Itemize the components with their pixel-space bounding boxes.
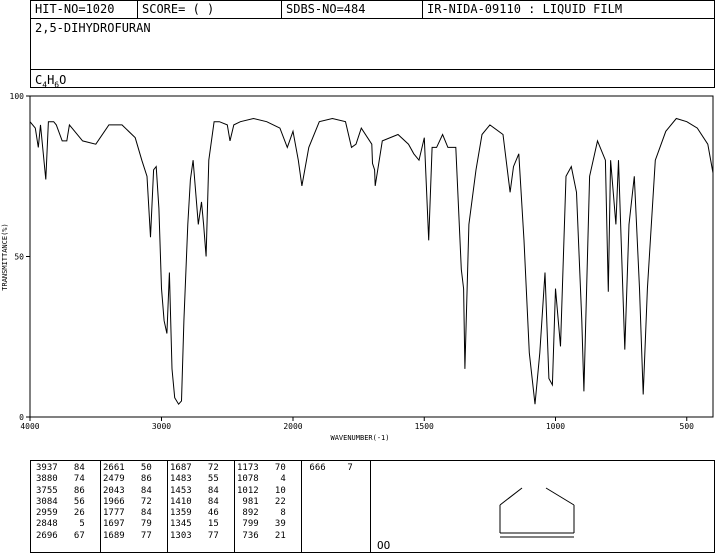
peak-row: 2848 5 bbox=[36, 519, 85, 530]
peak-column: 666 7 bbox=[304, 463, 353, 474]
peak-row: 3084 56 bbox=[36, 496, 85, 507]
y-tick-label: 50 bbox=[14, 253, 24, 262]
y-tick-label: 100 bbox=[10, 92, 25, 101]
peak-column-separator bbox=[301, 460, 302, 553]
ring-markers: OO bbox=[377, 539, 391, 552]
ir-spectrum-chart: 4000 3000 2000 1500 1000 500 0 50 100 WAVENUMBER… bbox=[1, 92, 714, 442]
peak-column-separator bbox=[167, 460, 168, 553]
peak-row: 2696 67 bbox=[36, 530, 85, 541]
peak-column: 3937 84 3880 74 3755 86 3084 56 2959 26 2848 … bbox=[36, 463, 85, 542]
peak-row: 666 7 bbox=[304, 463, 353, 473]
peak-row: 1012 10 bbox=[237, 485, 286, 496]
peak-column: 2661 50 2479 86 2043 84 1966 72 1777 84 1697 … bbox=[103, 463, 152, 542]
peak-row: 1966 72 bbox=[103, 496, 152, 507]
peak-row: 892 8 bbox=[237, 508, 286, 519]
peak-row: 1410 84 bbox=[170, 496, 219, 507]
peak-row: 1483 55 bbox=[170, 474, 219, 485]
x-axis-label: WAVENUMBER(-1) bbox=[330, 434, 389, 442]
peak-column: 1173 70 1078 4 1012 10 981 22 892 8 799 39… bbox=[237, 463, 286, 542]
peak-row: 736 21 bbox=[237, 530, 286, 541]
y-axis-label: TRANSMITTANCE(%) bbox=[1, 223, 9, 290]
x-tick-label: 4000 bbox=[20, 422, 39, 431]
peak-column-separator bbox=[100, 460, 101, 553]
peak-row: 799 39 bbox=[237, 519, 286, 530]
peak-row: 1689 77 bbox=[103, 530, 152, 541]
peak-row: 2479 86 bbox=[103, 474, 152, 485]
peak-row: 2043 84 bbox=[103, 485, 152, 496]
peak-row: 1359 46 bbox=[170, 508, 219, 519]
peak-row: 1078 4 bbox=[237, 474, 286, 485]
x-tick-label: 1500 bbox=[415, 422, 434, 431]
peak-column-separator bbox=[234, 460, 235, 553]
structure-drawing bbox=[499, 487, 575, 538]
peak-row: 3937 84 bbox=[36, 463, 85, 473]
peak-row: 1345 15 bbox=[170, 519, 219, 530]
peak-row: 1687 72 bbox=[170, 463, 219, 473]
x-tick-label: 500 bbox=[680, 422, 695, 431]
peak-row: 1777 84 bbox=[103, 508, 152, 519]
peak-row: 981 22 bbox=[237, 496, 286, 507]
peak-column: 1687 72 1483 55 1453 84 1410 84 1359 46 1345 … bbox=[170, 463, 219, 542]
peak-row: 1303 77 bbox=[170, 530, 219, 541]
peak-row: 2661 50 bbox=[103, 463, 152, 473]
peak-row: 2959 26 bbox=[36, 508, 85, 519]
y-tick-label: 0 bbox=[19, 413, 24, 422]
spectrum-line bbox=[29, 117, 714, 406]
dihydrofuran-ring bbox=[499, 487, 575, 538]
x-tick-label: 2000 bbox=[283, 422, 302, 431]
peak-row: 1453 84 bbox=[170, 485, 219, 496]
peak-row: 3880 74 bbox=[36, 474, 85, 485]
peak-row: 3755 86 bbox=[36, 485, 85, 496]
peak-row: 1697 79 bbox=[103, 519, 152, 530]
x-tick-label: 3000 bbox=[152, 422, 171, 431]
peak-row: 1173 70 bbox=[237, 463, 286, 473]
x-tick-label: 1000 bbox=[546, 422, 565, 431]
